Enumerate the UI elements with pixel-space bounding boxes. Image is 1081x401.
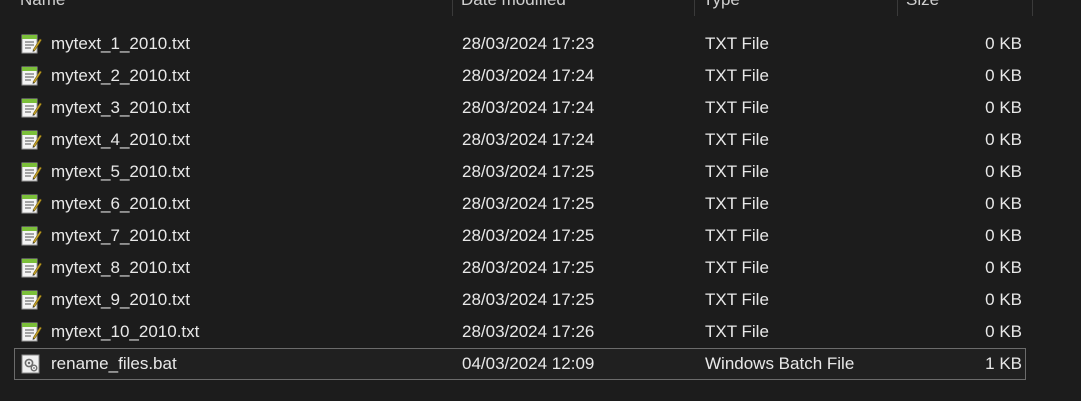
batch-file-icon [21, 354, 40, 374]
file-type: TXT File [705, 98, 769, 117]
file-name[interactable]: mytext_6_2010.txt [51, 189, 190, 219]
text-file-icon [21, 194, 42, 214]
file-type: TXT File [705, 66, 769, 85]
file-name[interactable]: mytext_10_2010.txt [51, 317, 199, 347]
file-row[interactable]: mytext_3_2010.txt 28/03/2024 17:24 TXT Fil… [14, 92, 1026, 124]
column-header-size[interactable]: Size [898, 0, 1033, 16]
file-date-modified: 28/03/2024 17:25 [462, 258, 595, 277]
file-size: 0 KB [985, 194, 1022, 213]
file-icon-cell [20, 349, 42, 379]
file-row[interactable]: mytext_4_2010.txt 28/03/2024 17:24 TXT Fil… [14, 124, 1026, 156]
file-type: TXT File [705, 34, 769, 53]
file-type: TXT File [705, 162, 769, 181]
file-size: 1 KB [985, 354, 1022, 373]
file-size: 0 KB [985, 34, 1022, 53]
file-icon-cell [20, 221, 42, 251]
file-type: TXT File [705, 226, 769, 245]
file-size: 0 KB [985, 322, 1022, 341]
file-size: 0 KB [985, 226, 1022, 245]
file-icon-cell [20, 253, 42, 283]
file-type: TXT File [705, 194, 769, 213]
file-date-modified: 28/03/2024 17:23 [462, 34, 595, 53]
file-date-modified: 28/03/2024 17:24 [462, 98, 595, 117]
file-row[interactable]: rename_files.bat 04/03/2024 12:09 Windows … [14, 348, 1026, 380]
text-file-icon [21, 66, 42, 86]
file-name[interactable]: mytext_8_2010.txt [51, 253, 190, 283]
file-date-modified: 04/03/2024 12:09 [462, 354, 595, 373]
file-name[interactable]: mytext_3_2010.txt [51, 93, 190, 123]
file-name[interactable]: rename_files.bat [51, 349, 177, 379]
text-file-icon [21, 34, 42, 54]
text-file-icon [21, 130, 42, 150]
text-file-icon [21, 162, 42, 182]
file-type: TXT File [705, 130, 769, 149]
column-header-type[interactable]: Type [695, 0, 898, 16]
file-icon-cell [20, 157, 42, 187]
file-date-modified: 28/03/2024 17:25 [462, 194, 595, 213]
file-name[interactable]: mytext_5_2010.txt [51, 157, 190, 187]
file-row[interactable]: mytext_8_2010.txt 28/03/2024 17:25 TXT Fil… [14, 252, 1026, 284]
file-row[interactable]: mytext_6_2010.txt 28/03/2024 17:25 TXT Fil… [14, 188, 1026, 220]
file-name[interactable]: mytext_4_2010.txt [51, 125, 190, 155]
file-icon-cell [20, 125, 42, 155]
file-row[interactable]: mytext_9_2010.txt 28/03/2024 17:25 TXT Fil… [14, 284, 1026, 316]
file-name[interactable]: mytext_2_2010.txt [51, 61, 190, 91]
file-row[interactable]: mytext_7_2010.txt 28/03/2024 17:25 TXT Fil… [14, 220, 1026, 252]
file-icon-cell [20, 285, 42, 315]
file-size: 0 KB [985, 66, 1022, 85]
file-size: 0 KB [985, 258, 1022, 277]
file-size: 0 KB [985, 130, 1022, 149]
file-row[interactable]: mytext_1_2010.txt 28/03/2024 17:23 TXT Fil… [14, 28, 1026, 60]
column-header-bar: Name Date modified Type Size [0, 0, 1081, 16]
text-file-icon [21, 322, 42, 342]
file-size: 0 KB [985, 98, 1022, 117]
file-size: 0 KB [985, 162, 1022, 181]
text-file-icon [21, 226, 42, 246]
column-header-date-modified[interactable]: Date modified [453, 0, 695, 16]
text-file-icon [21, 258, 42, 278]
file-name[interactable]: mytext_1_2010.txt [51, 29, 190, 59]
file-date-modified: 28/03/2024 17:25 [462, 226, 595, 245]
file-size: 0 KB [985, 290, 1022, 309]
file-icon-cell [20, 317, 42, 347]
file-type: TXT File [705, 290, 769, 309]
file-row[interactable]: mytext_2_2010.txt 28/03/2024 17:24 TXT Fil… [14, 60, 1026, 92]
file-icon-cell [20, 61, 42, 91]
file-date-modified: 28/03/2024 17:25 [462, 290, 595, 309]
file-icon-cell [20, 93, 42, 123]
file-explorer-details-view: Name Date modified Type Size mytext_1_20… [0, 0, 1081, 401]
text-file-icon [21, 290, 42, 310]
column-header-name[interactable]: Name [12, 0, 453, 16]
file-date-modified: 28/03/2024 17:24 [462, 66, 595, 85]
text-file-icon [21, 98, 42, 118]
file-row[interactable]: mytext_10_2010.txt 28/03/2024 17:26 TXT Fi… [14, 316, 1026, 348]
file-date-modified: 28/03/2024 17:25 [462, 162, 595, 181]
file-type: TXT File [705, 258, 769, 277]
file-date-modified: 28/03/2024 17:24 [462, 130, 595, 149]
file-type: TXT File [705, 322, 769, 341]
file-icon-cell [20, 29, 42, 59]
file-row[interactable]: mytext_5_2010.txt 28/03/2024 17:25 TXT Fil… [14, 156, 1026, 188]
file-date-modified: 28/03/2024 17:26 [462, 322, 595, 341]
file-icon-cell [20, 189, 42, 219]
file-name[interactable]: mytext_7_2010.txt [51, 221, 190, 251]
file-name[interactable]: mytext_9_2010.txt [51, 285, 190, 315]
file-type: Windows Batch File [705, 354, 855, 373]
